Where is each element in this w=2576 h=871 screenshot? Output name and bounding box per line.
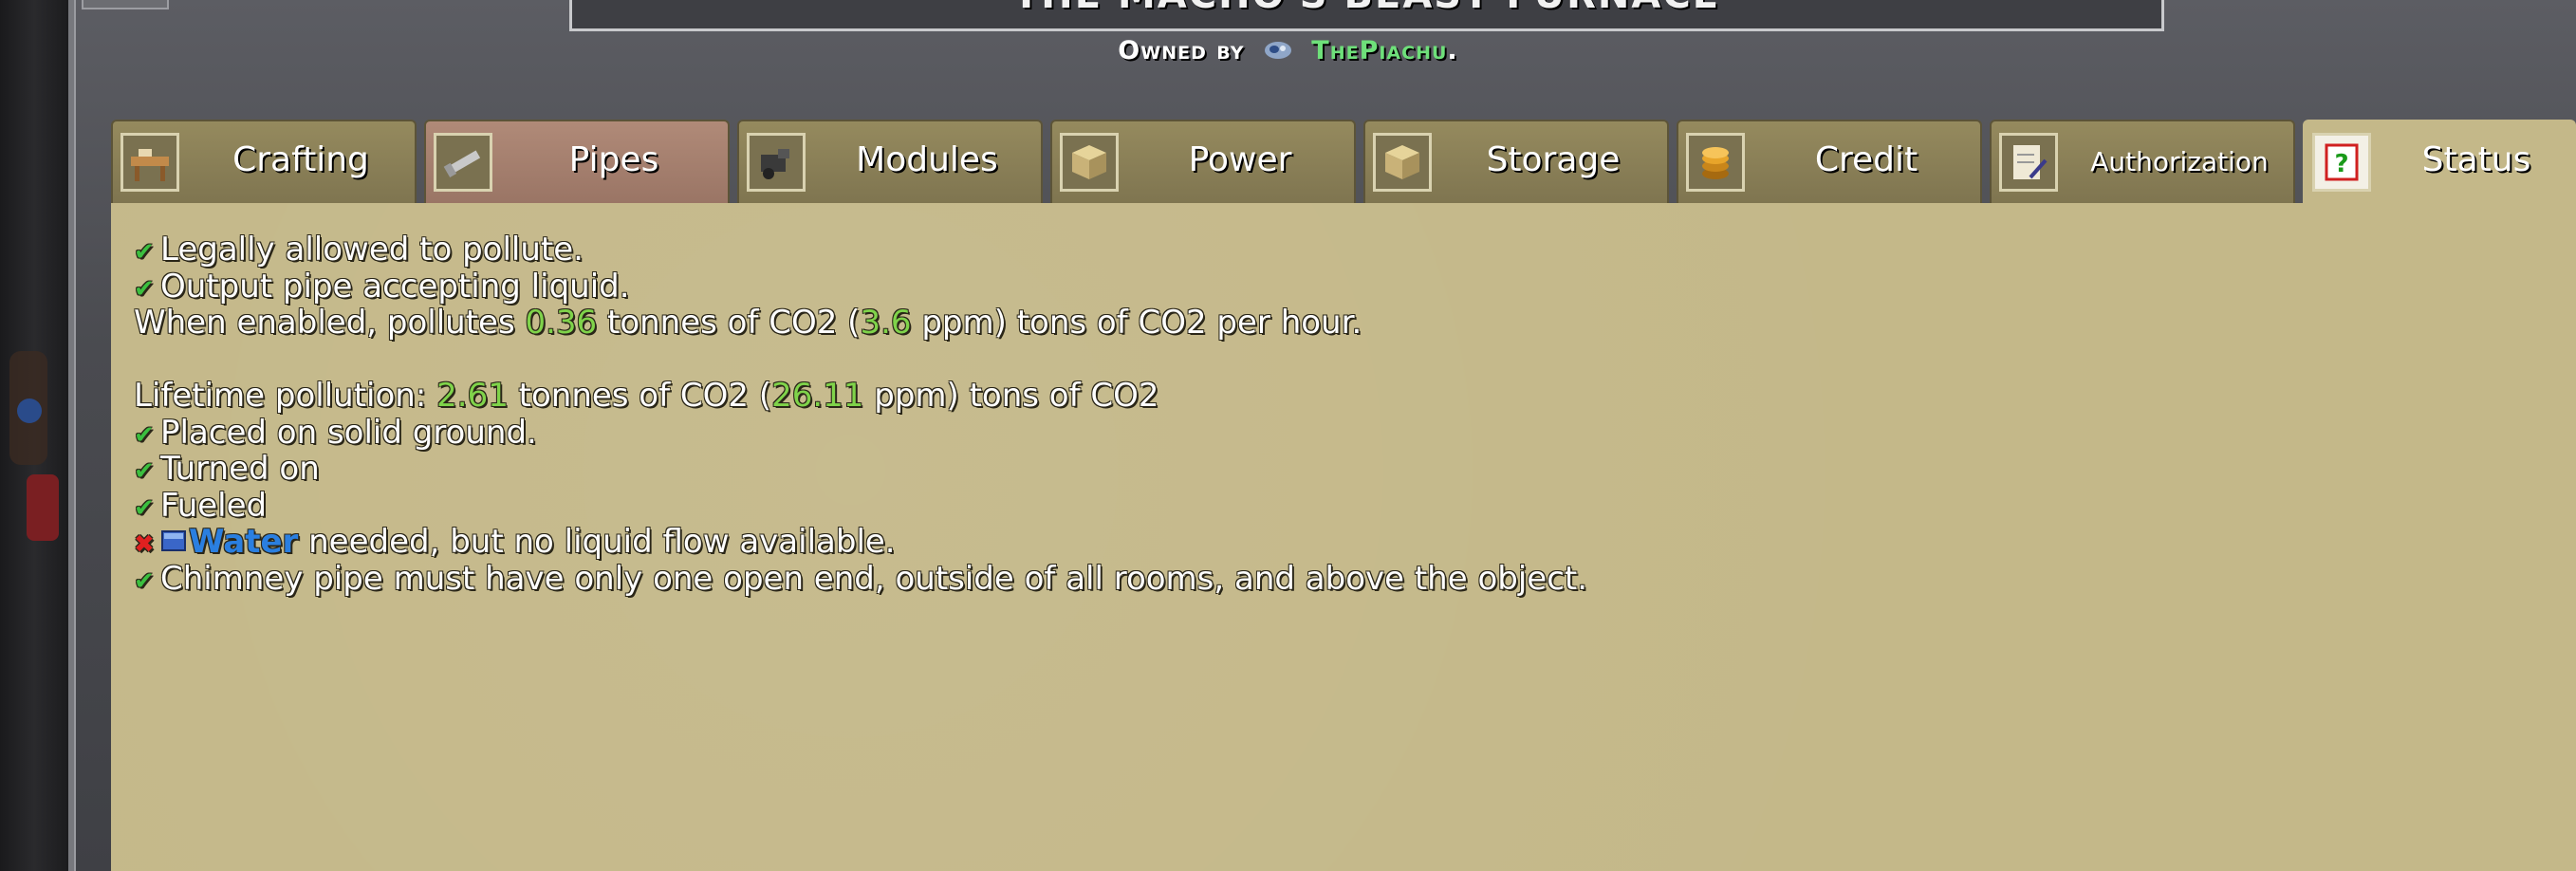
water-icon: [160, 526, 187, 552]
check-icon: ✔: [134, 457, 155, 486]
window-title: THE MACHO'S BEAST FURNACE: [572, 0, 2161, 17]
cross-icon: ✖: [134, 530, 155, 559]
tab-label: Pipes: [568, 140, 659, 179]
owner-line: Owned by ThePiachu.: [0, 36, 2576, 65]
svg-text:?: ?: [2334, 150, 2348, 178]
tab-label: Authorization: [2090, 146, 2269, 177]
scene-object: [17, 398, 42, 423]
status-line-lifetime-pollution: Lifetime pollution: 2.61 tonnes of CO2 (…: [134, 377, 1159, 415]
tab-authorization[interactable]: Authorization: [1990, 120, 2295, 203]
scene-object: [27, 474, 59, 541]
tab-status[interactable]: ? Status: [2303, 120, 2576, 203]
pollution-rate-value: 0.36: [525, 304, 598, 342]
status-line-turned-on: ✔ Turned on: [134, 451, 2557, 488]
title-bar: THE MACHO'S BEAST FURNACE: [569, 0, 2164, 31]
water-link[interactable]: Water: [189, 523, 298, 561]
background-scene: [0, 0, 68, 871]
pipe-icon: [434, 133, 492, 192]
check-icon: ✔: [134, 274, 155, 304]
check-icon: ✔: [134, 566, 155, 596]
tab-label: Crafting: [232, 140, 369, 179]
status-list: ✔ Legally allowed to pollute. ✔ Output pip…: [134, 232, 2557, 597]
status-line-water: ✖ Water needed, but no liquid flow availa…: [134, 524, 2557, 561]
question-mark-icon: ?: [2312, 133, 2371, 192]
tab-power[interactable]: Power: [1050, 120, 1356, 203]
owner-name[interactable]: ThePiachu: [1311, 36, 1447, 65]
tab-label: Status: [2421, 140, 2531, 179]
status-line-fueled: ✔ Fueled: [134, 487, 2557, 525]
lifetime-tonnes-value: 2.61: [436, 377, 509, 415]
coins-icon: [1686, 133, 1745, 192]
pollution-ppm-value: 3.6: [860, 304, 912, 342]
status-line-chimney: ✔ Chimney pipe must have only one open en…: [134, 560, 2557, 598]
window-corner: [82, 0, 169, 9]
status-line-legal: ✔ Legally allowed to pollute.: [134, 232, 2557, 269]
tab-credit[interactable]: Credit: [1677, 120, 1982, 203]
check-icon: ✔: [134, 493, 155, 523]
document-pen-icon: [1999, 133, 2058, 192]
tab-modules[interactable]: Modules: [737, 120, 1043, 203]
tab-pipes[interactable]: Pipes: [424, 120, 730, 203]
status-line-output-pipe: ✔ Output pipe accepting liquid.: [134, 268, 2557, 306]
crafting-table-icon: [120, 133, 179, 192]
tab-bar: Crafting Pipes Modules Power Storage Cre…: [111, 120, 2576, 205]
check-icon: ✔: [134, 420, 155, 450]
owner-suffix: .: [1447, 36, 1458, 65]
tab-label: Power: [1188, 140, 1292, 179]
lifetime-ppm-value: 26.11: [771, 377, 864, 415]
tab-label: Credit: [1814, 140, 1918, 179]
owner-label: Owned by: [1118, 36, 1245, 65]
tab-storage[interactable]: Storage: [1363, 120, 1669, 203]
owner-avatar-icon: [1262, 39, 1294, 62]
tab-label: Storage: [1486, 140, 1621, 179]
modules-icon: [747, 133, 806, 192]
status-line-ground: ✔ Placed on solid ground.: [134, 414, 2557, 452]
tab-label: Modules: [856, 140, 998, 179]
crate-icon: [1060, 133, 1119, 192]
crate-icon: [1373, 133, 1432, 192]
status-line-pollution-rate: When enabled, pollutes 0.36 tonnes of CO…: [134, 304, 1362, 342]
status-panel: ✔ Legally allowed to pollute. ✔ Output pip…: [111, 203, 2576, 871]
check-icon: ✔: [134, 238, 155, 267]
tab-crafting[interactable]: Crafting: [111, 120, 417, 203]
